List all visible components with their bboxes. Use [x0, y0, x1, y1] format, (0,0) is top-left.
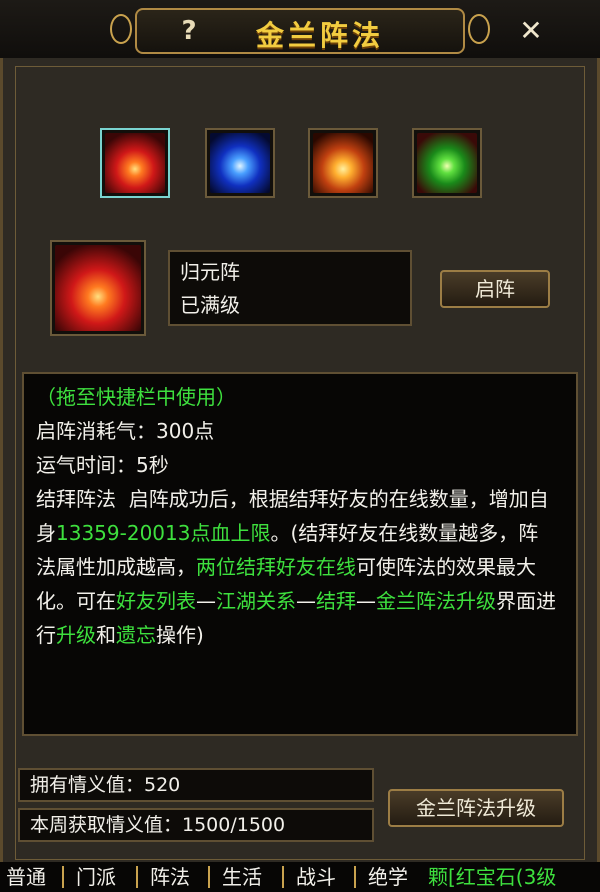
chat-channel-bar: 普通 门派 阵法 生活 战斗 绝学 颗[红宝石(3级 [0, 862, 600, 892]
formation-slot-4[interactable] [412, 128, 482, 198]
title-bar[interactable]: ? 金兰阵法 ✕ [0, 0, 600, 62]
formation-info-box: 归元阵 已满级 [168, 250, 412, 326]
jiebai-link: 结拜 [316, 589, 356, 613]
title-ornament-left [110, 14, 132, 44]
duration-line: 运气时间：5秒 [36, 453, 169, 477]
chat-separator [62, 866, 64, 888]
formation-slot-3[interactable] [308, 128, 378, 198]
selected-formation-slot[interactable] [50, 240, 146, 336]
blue-star-formation-icon [210, 133, 270, 193]
window-title: 金兰阵法 [255, 19, 384, 52]
jianghu-link: 江湖关系 [216, 589, 296, 613]
chat-separator [136, 866, 138, 888]
description-panel: （拖至快捷栏中使用） 启阵消耗气：300点 运气时间：5秒 结拜阵法 启阵成功后… [22, 372, 578, 736]
chat-tab-battle[interactable]: 战斗 [296, 862, 336, 892]
help-button[interactable]: ? [172, 14, 206, 48]
two-friends-online: 两位结拜好友在线 [196, 555, 356, 579]
desc-dash-2: — [296, 589, 316, 613]
cost-line: 启阵消耗气：300点 [36, 419, 215, 443]
formation-name: 归元阵 [180, 260, 240, 284]
description-text: （拖至快捷栏中使用） 启阵消耗气：300点 运气时间：5秒 结拜阵法 启阵成功后… [36, 380, 556, 652]
chat-separator [208, 866, 210, 888]
chat-tab-formation[interactable]: 阵法 [150, 862, 190, 892]
title-ornament-right [468, 14, 490, 44]
hp-range: 13359-20013点血上限 [56, 521, 271, 545]
orange-sun-formation-icon [313, 133, 373, 193]
activate-formation-button[interactable]: 启阵 [440, 270, 550, 308]
friend-list-link: 好友列表 [116, 589, 196, 613]
owned-loyalty-box: 拥有情义值：520 [18, 768, 374, 802]
formation-upgrade-button[interactable]: 金兰阵法升级 [388, 789, 564, 827]
chat-separator [282, 866, 284, 888]
upgrade-ui-link: 金兰阵法升级 [376, 589, 496, 613]
desc-and: 和 [96, 623, 116, 647]
gui-yuan-formation-icon [105, 133, 165, 193]
gui-yuan-formation-large-icon [55, 245, 141, 331]
formation-slot-1[interactable] [100, 128, 170, 198]
forget-word: 遗忘 [116, 623, 156, 647]
desc-dash-1: — [196, 589, 216, 613]
chat-tab-sect[interactable]: 门派 [76, 862, 116, 892]
chat-overflow-text: 颗[红宝石(3级 [428, 865, 557, 889]
close-button[interactable]: ✕ [514, 14, 548, 48]
chat-tab-normal[interactable]: 普通 [6, 862, 46, 892]
weekly-loyalty-box: 本周获取情义值：1500/1500 [18, 808, 374, 842]
chat-tab-skill[interactable]: 绝学 [368, 862, 408, 892]
chat-separator [354, 866, 356, 888]
desc-dash-3: — [356, 589, 376, 613]
chat-tab-life[interactable]: 生活 [222, 862, 262, 892]
green-triangle-formation-icon [417, 133, 477, 193]
description-scrollbar[interactable] [564, 382, 572, 726]
formation-slot-2[interactable] [205, 128, 275, 198]
desc-part-5: 操作) [156, 623, 204, 647]
upgrade-word: 升级 [56, 623, 96, 647]
drag-hint: （拖至快捷栏中使用） [36, 385, 236, 409]
formation-status: 已满级 [180, 293, 240, 317]
